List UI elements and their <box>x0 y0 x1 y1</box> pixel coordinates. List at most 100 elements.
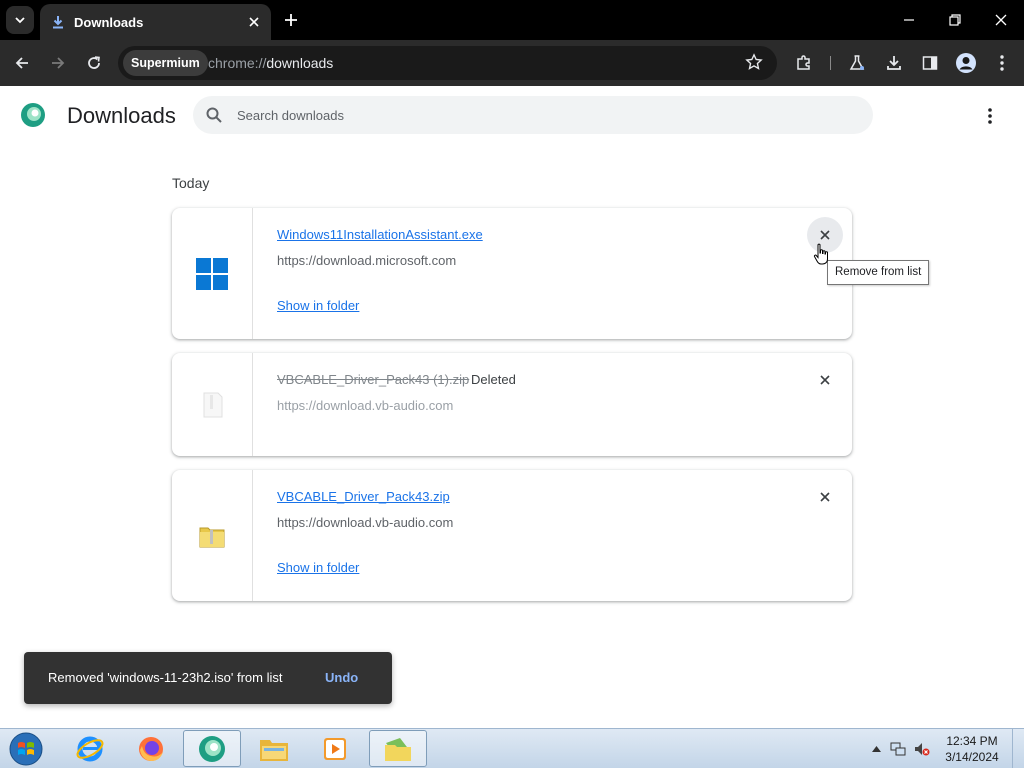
tab-close-button[interactable] <box>243 11 265 33</box>
tab-search-button[interactable] <box>6 6 34 34</box>
zip-file-icon <box>203 392 223 417</box>
file-icon-area <box>172 353 253 456</box>
browser-toolbar: Supermium chrome://downloads <box>0 40 1024 86</box>
undo-button[interactable]: Undo <box>325 652 358 704</box>
minimize-button[interactable] <box>886 0 932 40</box>
side-panel-icon <box>922 56 938 70</box>
site-chip[interactable]: Supermium <box>123 50 208 76</box>
taskbar-firefox[interactable] <box>122 730 180 767</box>
minimize-icon <box>904 19 914 21</box>
close-icon <box>820 230 830 240</box>
arrow-left-icon <box>15 57 28 69</box>
download-icon <box>887 56 901 70</box>
tab-strip: Downloads <box>0 0 1024 40</box>
windows-logo-icon <box>196 257 228 290</box>
close-icon <box>820 375 830 385</box>
arrow-right-icon <box>52 57 65 69</box>
firefox-icon <box>139 736 163 761</box>
download-item: Windows11InstallationAssistant.exe https… <box>172 208 852 339</box>
downloads-header: Downloads <box>0 86 1024 146</box>
taskbar-supermium[interactable] <box>183 730 241 767</box>
reload-button[interactable] <box>80 49 108 77</box>
search-input[interactable] <box>237 96 857 134</box>
more-vert-icon <box>1000 55 1004 71</box>
clock-date: 3/14/2024 <box>945 750 999 764</box>
supermium-logo-icon <box>20 102 46 128</box>
remove-tooltip: Remove from list <box>827 260 930 285</box>
remove-from-list-button[interactable] <box>807 362 843 398</box>
taskbar-zip-folder[interactable] <box>369 730 427 767</box>
close-icon <box>995 14 1007 26</box>
file-source-url: https://download.vb-audio.com <box>277 398 454 413</box>
tray-show-hidden-icons[interactable] <box>868 741 884 757</box>
show-desktop-button[interactable] <box>1012 729 1024 768</box>
downloads-button[interactable] <box>880 49 908 77</box>
page-menu-button[interactable] <box>978 104 1002 128</box>
close-window-button[interactable] <box>978 0 1024 40</box>
tab-downloads[interactable]: Downloads <box>40 4 271 40</box>
windows-taskbar: 12:34 PM 3/14/2024 <box>0 728 1024 768</box>
remove-from-list-button[interactable] <box>807 479 843 515</box>
media-player-icon <box>324 737 346 760</box>
deleted-status: Deleted <box>471 372 516 387</box>
show-in-folder-link[interactable]: Show in folder <box>277 298 359 313</box>
close-icon <box>820 492 830 502</box>
restore-icon <box>949 14 961 26</box>
back-button[interactable] <box>8 49 36 77</box>
search-box[interactable] <box>193 96 873 134</box>
avatar-icon <box>956 53 976 73</box>
taskbar-media-player[interactable] <box>306 730 364 767</box>
tray-network-icon[interactable] <box>890 741 906 757</box>
restore-button[interactable] <box>932 0 978 40</box>
more-vert-icon <box>988 108 992 124</box>
zip-folder-icon <box>385 737 411 761</box>
file-source-url: https://download.vb-audio.com <box>277 515 454 530</box>
file-explorer-icon <box>260 739 288 761</box>
show-in-folder-link[interactable]: Show in folder <box>277 560 359 575</box>
file-source-url: https://download.microsoft.com <box>277 253 457 268</box>
taskbar-clock[interactable]: 12:34 PM 3/14/2024 <box>940 733 1004 765</box>
start-button[interactable] <box>6 731 46 767</box>
tray-volume-muted-icon[interactable] <box>914 741 930 757</box>
file-name-deleted: VBCABLE_Driver_Pack43 (1).zip <box>277 372 470 387</box>
new-tab-button[interactable] <box>279 8 303 32</box>
plus-icon <box>285 14 297 26</box>
toast-message: Removed 'windows-11-23h2.iso' from list <box>48 670 283 685</box>
side-panel-button[interactable] <box>916 49 944 77</box>
reload-icon <box>88 56 100 69</box>
profile-button[interactable] <box>952 49 980 77</box>
undo-toast: Removed 'windows-11-23h2.iso' from list … <box>24 652 392 704</box>
supermium-icon <box>199 735 225 762</box>
download-icon <box>50 14 66 30</box>
flask-icon <box>849 55 865 70</box>
search-icon <box>206 107 222 123</box>
file-icon-area <box>172 208 253 339</box>
page-title: Downloads <box>67 103 176 128</box>
close-icon <box>249 17 259 27</box>
zip-folder-icon <box>199 527 225 547</box>
tab-title: Downloads <box>74 14 144 30</box>
forward-button[interactable] <box>44 49 72 77</box>
windows-orb-icon <box>9 732 43 766</box>
download-item: VBCABLE_Driver_Pack43 (1).zip Deleted ht… <box>172 353 852 456</box>
taskbar-file-explorer[interactable] <box>245 730 303 767</box>
hand-cursor-icon <box>813 243 828 265</box>
bookmark-star-icon[interactable] <box>745 53 765 73</box>
address-bar[interactable]: Supermium chrome://downloads <box>118 46 777 80</box>
file-name-link[interactable]: VBCABLE_Driver_Pack43.zip <box>277 489 450 504</box>
chevron-down-icon <box>15 17 25 24</box>
toolbar-divider <box>830 56 831 70</box>
url-text[interactable]: chrome://downloads <box>208 46 333 80</box>
puzzle-icon <box>797 55 810 70</box>
file-name-link[interactable]: Windows11InstallationAssistant.exe <box>277 227 483 242</box>
taskbar-internet-explorer[interactable] <box>61 730 119 767</box>
extensions-button[interactable] <box>790 49 818 77</box>
date-section-label: Today <box>172 175 210 191</box>
labs-button[interactable] <box>843 49 871 77</box>
internet-explorer-icon <box>76 736 104 761</box>
chevron-up-icon <box>871 746 881 752</box>
download-item: VBCABLE_Driver_Pack43.zip https://downlo… <box>172 470 852 601</box>
file-icon-area <box>172 470 253 601</box>
browser-menu-button[interactable] <box>988 49 1016 77</box>
clock-time: 12:34 PM <box>946 734 998 748</box>
